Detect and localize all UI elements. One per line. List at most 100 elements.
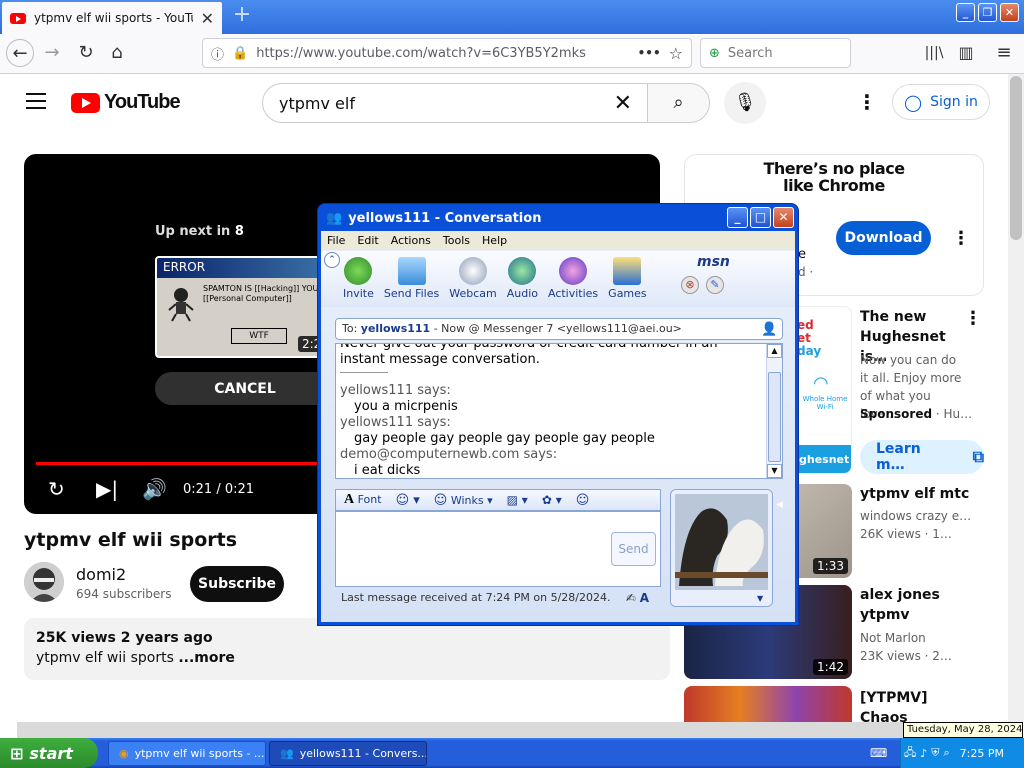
emoticon-icon[interactable]: ☺ ▾: [396, 493, 420, 508]
subscribe-button[interactable]: Subscribe: [190, 566, 284, 602]
youtube-logo[interactable]: YouTube: [71, 91, 181, 114]
home-icon[interactable]: ⌂: [103, 39, 131, 67]
taskbar-item-label: yellows111 - Convers...: [299, 747, 427, 760]
url-text[interactable]: https://www.youtube.com/watch?v=6C3YB5Y2…: [256, 46, 629, 61]
search-input[interactable]: ⊕ Search: [700, 38, 851, 68]
scroll-down-icon[interactable]: ▼: [767, 464, 782, 478]
winks-button[interactable]: ☺ Winks ▾: [434, 493, 493, 508]
window-maximize-button[interactable]: ❐: [978, 3, 997, 22]
invite-button[interactable]: Invite: [343, 251, 374, 307]
related-meta-1: 26K views · 1…: [860, 527, 952, 541]
related-thumbnail-3[interactable]: [684, 686, 852, 722]
related-title-2[interactable]: alex jones ytpmv: [860, 585, 970, 625]
tab-close-icon[interactable]: ✕: [201, 9, 214, 28]
audio-icon: [508, 257, 537, 285]
chat-scrollbar[interactable]: ▲ ▼: [766, 344, 782, 478]
forward-icon[interactable]: →: [38, 39, 66, 67]
msn-title-bar[interactable]: 👥 yellows111 - Conversation: [320, 206, 796, 230]
back-icon[interactable]: ←: [6, 39, 34, 67]
security-shield-icon[interactable]: ⛨: [931, 746, 939, 760]
block-icon[interactable]: ⊗: [681, 276, 699, 294]
msn-chat-history[interactable]: Never give out your password or credit c…: [335, 343, 783, 479]
replay-icon[interactable]: ↻: [48, 477, 65, 501]
bookmark-star-icon[interactable]: ☆: [669, 44, 683, 63]
settings-kebab-icon[interactable]: ⋮: [857, 90, 877, 114]
audio-button[interactable]: Audio: [507, 251, 538, 307]
firefox-icon: ◉: [119, 747, 129, 760]
webcam-button[interactable]: Webcam: [449, 251, 497, 307]
msn-menu-actions[interactable]: Actions: [391, 234, 431, 247]
msn-minimize-button[interactable]: _: [727, 207, 748, 228]
show-more-link[interactable]: ...more: [178, 650, 235, 666]
next-video-icon[interactable]: ▶|: [96, 477, 118, 501]
games-button[interactable]: Games: [608, 251, 647, 307]
search-tray-icon[interactable]: ⌕: [944, 746, 950, 760]
voice-clip-icon[interactable]: ☺: [576, 493, 590, 508]
window-close-button[interactable]: ✕: [1000, 3, 1019, 22]
horizontal-scrollbar[interactable]: [17, 722, 1009, 738]
browser-tab[interactable]: ytpmv elf wii sports - YouTube ✕: [2, 2, 222, 34]
reload-icon[interactable]: ↻: [72, 39, 100, 67]
background-icon[interactable]: ▨ ▾: [507, 493, 528, 507]
send-files-button[interactable]: Send Files: [384, 251, 439, 307]
msn-menu-tools[interactable]: Tools: [443, 234, 470, 247]
chat-message-3: i eat dicks: [354, 463, 421, 478]
keyboard-icon[interactable]: ⌨: [870, 746, 887, 760]
msn-menu-help[interactable]: Help: [482, 234, 507, 247]
activities-button[interactable]: Activities: [548, 251, 598, 307]
msn-menu-edit[interactable]: Edit: [357, 234, 378, 247]
library-icon[interactable]: |||\: [920, 39, 948, 67]
volume-tray-icon[interactable]: ♪: [920, 747, 927, 760]
related-title-1[interactable]: ytpmv elf mtc: [860, 484, 969, 504]
learn-more-button[interactable]: Learn m… ⧉: [860, 440, 984, 474]
related-duration-1: 1:33: [813, 558, 848, 574]
chat-scroll-thumb[interactable]: [768, 372, 781, 462]
scroll-up-icon[interactable]: ▲: [767, 344, 782, 358]
youtube-search-input[interactable]: ytpmv elf ✕: [262, 83, 648, 123]
ad-options-kebab-icon[interactable]: ⋮: [952, 228, 970, 249]
sign-in-button[interactable]: ◯ Sign in: [892, 84, 990, 120]
new-tab-button[interactable]: +: [230, 4, 254, 28]
description-box[interactable]: 25K views 2 years ago ytpmv elf wii spor…: [24, 618, 670, 680]
msn-close-button[interactable]: ✕: [773, 207, 794, 228]
games-label: Games: [608, 287, 647, 300]
search-icon[interactable]: ⌕: [647, 83, 710, 123]
handwriting-icon[interactable]: ✍ A: [626, 591, 649, 605]
page-actions-icon[interactable]: •••: [638, 46, 661, 60]
channel-avatar[interactable]: [24, 562, 64, 602]
download-button[interactable]: Download: [836, 221, 931, 255]
menu-icon[interactable]: ≡: [990, 39, 1018, 67]
font-button[interactable]: A Font: [344, 492, 382, 508]
msn-maximize-button[interactable]: □: [750, 207, 771, 228]
to-name: yellows111: [360, 322, 431, 335]
taskbar-item-msn[interactable]: 👥 yellows111 - Convers...: [269, 741, 427, 766]
microphone-icon[interactable]: 🎙: [724, 82, 766, 124]
settings-icon[interactable]: ✎: [706, 276, 724, 294]
contact-card-icon[interactable]: 👤: [761, 322, 777, 337]
collapse-picture-icon[interactable]: ◀: [776, 500, 783, 510]
clock[interactable]: 7:25 PM: [960, 747, 1004, 760]
autoplay-cancel-button[interactable]: CANCEL: [155, 372, 335, 405]
hamburger-menu-icon[interactable]: [26, 93, 46, 109]
picture-options-icon[interactable]: ▼: [757, 594, 763, 603]
contact-display-picture[interactable]: ▼: [670, 489, 773, 607]
collapse-toolbar-icon[interactable]: ⌃: [324, 252, 340, 268]
sidebar-ad-kebab-icon[interactable]: ⋮: [964, 308, 982, 329]
volume-icon[interactable]: 🔊: [142, 477, 167, 501]
msn-buddy-icon: 👥: [326, 210, 343, 226]
channel-name[interactable]: domi2: [76, 565, 126, 584]
sidebar-icon[interactable]: ▥: [952, 39, 980, 67]
window-minimize-button[interactable]: _: [956, 3, 975, 22]
send-button[interactable]: Send: [611, 532, 656, 566]
ad-snippet-d: d ·: [798, 265, 814, 279]
url-bar[interactable]: ⓘ 🔒 https://www.youtube.com/watch?v=6C3Y…: [202, 38, 692, 68]
start-button[interactable]: ⊞ start: [0, 738, 98, 768]
nudge-icon[interactable]: ✿ ▾: [542, 493, 562, 507]
clear-search-icon[interactable]: ✕: [614, 91, 632, 116]
info-icon[interactable]: ⓘ: [211, 44, 224, 63]
page-scrollbar-thumb[interactable]: [1010, 76, 1022, 240]
network-icon[interactable]: 🖧: [904, 744, 916, 763]
msn-menu-file[interactable]: File: [327, 234, 345, 247]
related-title-3[interactable]: [YTPMV] Chaos Robotking…: [860, 688, 970, 722]
taskbar-item-firefox[interactable]: ◉ ytpmv elf wii sports - ...: [108, 741, 266, 766]
